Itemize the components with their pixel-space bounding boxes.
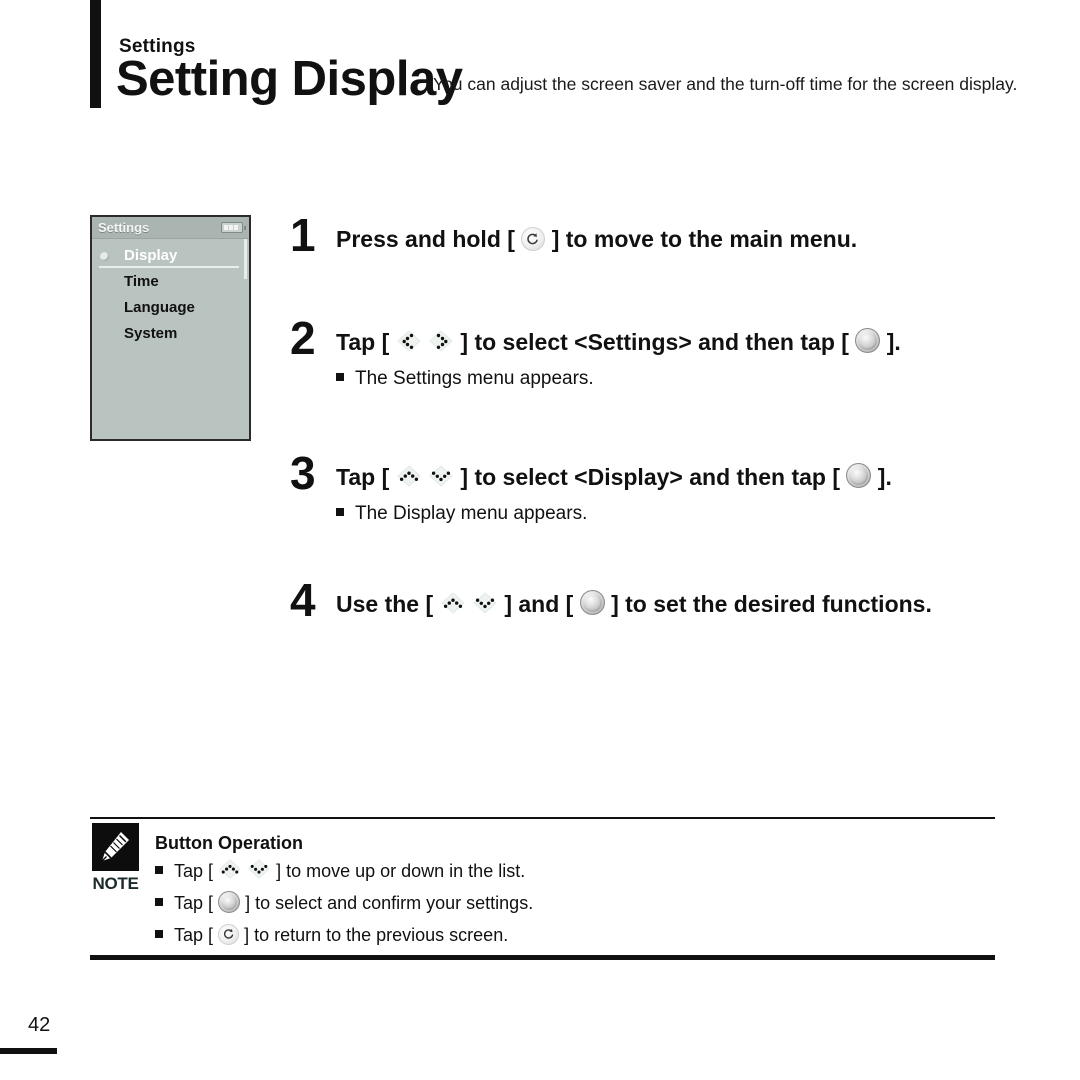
return-icon[interactable] — [521, 226, 546, 251]
note-bottom-rule — [90, 955, 995, 960]
step-subnote-text: The Settings menu appears. — [355, 368, 594, 389]
note-line-1: Tap [ ] to move up or down in the list. — [155, 858, 526, 883]
device-titlebar: Settings — [92, 217, 249, 239]
device-menu-list: Display Time Language System — [92, 239, 249, 347]
note-top-rule — [90, 817, 995, 819]
select-button-icon[interactable] — [218, 891, 241, 914]
return-icon[interactable] — [218, 923, 240, 945]
note-line-after: ] to select and confirm your settings. — [245, 893, 534, 913]
step-text-before: Use the [ — [336, 591, 434, 617]
device-menu-item-system[interactable]: System — [92, 321, 249, 347]
selection-dot-icon — [100, 252, 109, 261]
note-line-2: Tap [ ] to select and confirm your setti… — [155, 891, 534, 915]
chevron-up-icon[interactable] — [440, 591, 466, 615]
device-menu-item-display[interactable]: Display — [92, 243, 249, 269]
chevron-left-icon[interactable] — [396, 329, 422, 353]
page-title: Setting Display — [116, 52, 463, 106]
device-screenshot: Settings Display Time Language System — [90, 215, 251, 441]
chevron-down-icon[interactable] — [428, 464, 454, 488]
device-menu-item-label: Time — [124, 273, 159, 290]
step-text: Press and hold [ ] to move to the main m… — [336, 226, 857, 253]
step-text-middle: ] to select <Display> and then tap [ — [460, 464, 840, 490]
step-text-middle: ] and [ — [504, 591, 574, 617]
note-line-after: ] to return to the previous screen. — [244, 925, 509, 945]
note-line-3: Tap [ ] to return to the previous screen… — [155, 923, 509, 947]
chevron-up-icon[interactable] — [396, 464, 422, 488]
step-text-after: ] to move to the main menu. — [551, 226, 858, 252]
device-scrollbar[interactable] — [244, 239, 247, 279]
note-badge — [92, 823, 139, 871]
step-number: 4 — [290, 574, 316, 626]
step-text-after: ] to set the desired functions. — [611, 591, 932, 617]
device-menu-item-label: Display — [124, 247, 178, 264]
chevron-down-icon[interactable] — [247, 858, 271, 880]
note-line-before: Tap [ — [174, 893, 214, 913]
select-button-icon[interactable] — [846, 463, 872, 489]
step-number: 2 — [290, 312, 316, 364]
pencil-icon — [101, 832, 129, 862]
chevron-down-icon[interactable] — [472, 591, 498, 615]
step-text-after: ]. — [877, 464, 892, 490]
device-menu-item-label: System — [124, 325, 178, 342]
footer-accent-bar — [0, 1048, 57, 1054]
manual-page: Settings Setting Display You can adjust … — [0, 0, 1080, 1080]
chevron-right-icon[interactable] — [428, 329, 454, 353]
note-line-before: Tap [ — [174, 861, 214, 881]
page-subtitle: You can adjust the screen saver and the … — [433, 74, 1018, 94]
step-text-before: Tap [ — [336, 464, 390, 490]
square-bullet-icon — [155, 898, 163, 907]
note-title: Button Operation — [155, 833, 303, 853]
step-subnote: The Display menu appears. — [336, 503, 587, 525]
step-text: Tap [ — [336, 328, 901, 356]
page-number: 42 — [28, 1014, 51, 1036]
step-subnote-text: The Display menu appears. — [355, 503, 588, 524]
square-bullet-icon — [155, 866, 163, 875]
note-line-after: ] to move up or down in the list. — [276, 861, 526, 881]
step-text-after: ]. — [886, 329, 901, 355]
note-label: NOTE — [92, 874, 139, 893]
square-bullet-icon — [336, 372, 344, 381]
step-number: 3 — [290, 447, 316, 499]
device-menu-item-label: Language — [124, 299, 195, 316]
select-button-icon[interactable] — [579, 590, 605, 616]
step-subnote: The Settings menu appears. — [336, 368, 594, 390]
step-text: Tap [ — [336, 463, 892, 491]
note-line-before: Tap [ — [174, 925, 214, 945]
select-button-icon[interactable] — [855, 328, 881, 354]
step-text-before: Tap [ — [336, 329, 390, 355]
step-number: 1 — [290, 209, 316, 261]
battery-icon — [221, 222, 246, 233]
step-text-middle: ] to select <Settings> and then tap [ — [460, 329, 849, 355]
chevron-up-icon[interactable] — [218, 858, 242, 880]
square-bullet-icon — [336, 507, 344, 516]
square-bullet-icon — [155, 930, 163, 939]
header-accent-bar — [90, 0, 101, 108]
step-text: Use the [] and [] to set the desired f… — [336, 590, 932, 618]
device-menu-item-language[interactable]: Language — [92, 295, 249, 321]
step-text-before: Press and hold [ — [336, 226, 515, 252]
device-title: Settings — [98, 220, 150, 235]
device-menu-item-time[interactable]: Time — [92, 269, 249, 295]
